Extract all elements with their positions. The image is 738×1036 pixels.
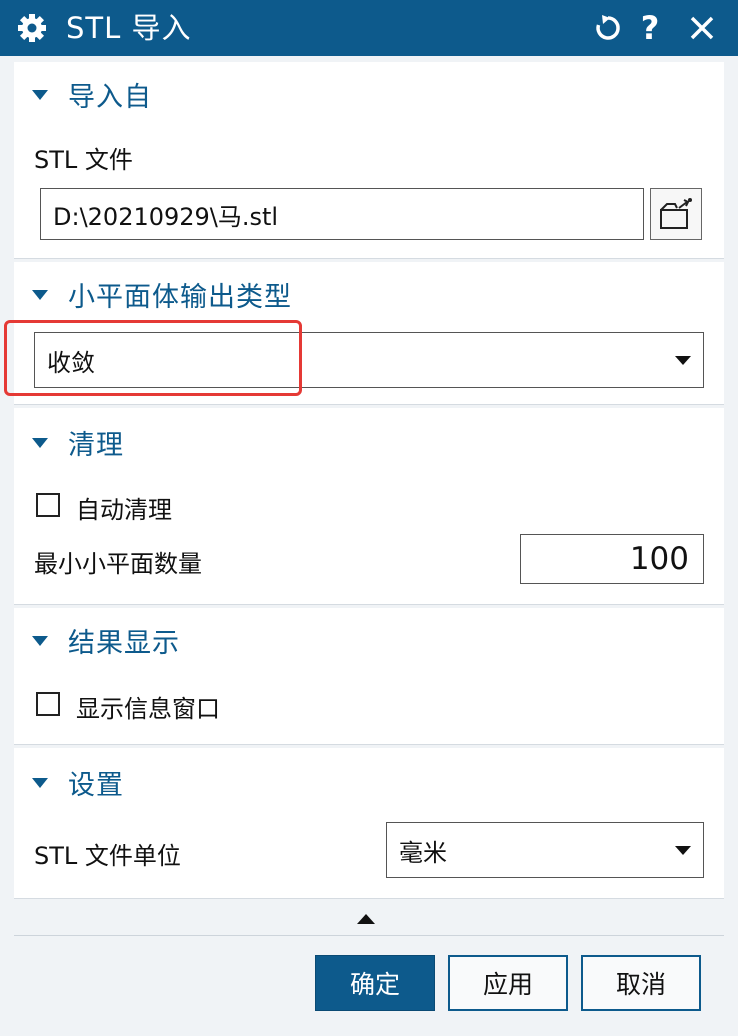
auto-cleanup-label: 自动清理 [76, 496, 172, 524]
show-info-window-label: 显示信息窗口 [76, 695, 220, 723]
help-button[interactable]: ? [632, 10, 668, 46]
collapse-dialog-arrow-icon[interactable] [357, 914, 375, 924]
section-cleanup: 清理 自动清理 最小小平面数量 100 [14, 408, 724, 605]
gear-icon[interactable] [16, 12, 48, 44]
annotation-highlight-box [4, 320, 302, 396]
reset-icon [596, 15, 620, 40]
stl-units-label: STL 文件单位 [34, 842, 181, 870]
min-facets-input[interactable]: 100 [520, 534, 704, 584]
cancel-button[interactable]: 取消 [581, 955, 701, 1011]
stl-file-path-value: D:\20210929\马.stl [53, 202, 279, 231]
browse-file-button[interactable] [650, 188, 702, 240]
close-icon [690, 16, 714, 40]
section-header-import-from[interactable]: 导入自 [32, 76, 152, 113]
stl-file-label: STL 文件 [34, 146, 133, 174]
section-settings: 设置 STL 文件单位 毫米 [14, 748, 724, 899]
collapse-triangle-icon [32, 636, 48, 646]
section-import-from: 导入自 STL 文件 D:\20210929\马.stl [14, 62, 724, 259]
collapse-triangle-icon [32, 290, 48, 300]
section-title: 导入自 [68, 81, 152, 113]
apply-button[interactable]: 应用 [448, 955, 568, 1011]
ok-button[interactable]: 确定 [315, 955, 435, 1011]
dialog-title: STL 导入 [66, 11, 192, 45]
chevron-down-icon [675, 846, 691, 855]
close-button[interactable] [684, 10, 720, 46]
collapse-triangle-icon [32, 778, 48, 788]
dialog-titlebar: STL 导入 ? [0, 0, 738, 56]
auto-cleanup-checkbox[interactable] [36, 493, 60, 517]
stl-units-dropdown[interactable]: 毫米 [386, 822, 704, 878]
section-title: 小平面体输出类型 [68, 281, 292, 313]
reset-button[interactable] [590, 10, 626, 46]
section-header-result-display[interactable]: 结果显示 [32, 622, 180, 659]
section-title: 清理 [68, 429, 124, 461]
collapse-triangle-icon [32, 438, 48, 448]
chevron-down-icon [675, 356, 691, 365]
dialog-body: 导入自 STL 文件 D:\20210929\马.stl 小平面体输出类型 收敛 [0, 56, 738, 1036]
min-facets-label: 最小小平面数量 [34, 550, 202, 578]
collapse-triangle-icon [32, 90, 48, 100]
section-header-settings[interactable]: 设置 [32, 764, 124, 801]
show-info-window-checkbox[interactable] [36, 692, 60, 716]
stl-units-value: 毫米 [399, 838, 447, 867]
section-title: 设置 [68, 769, 124, 801]
min-facets-value: 100 [629, 541, 689, 577]
section-title: 结果显示 [68, 627, 180, 659]
section-result-display: 结果显示 显示信息窗口 [14, 608, 724, 745]
footer-divider [14, 935, 724, 936]
section-header-cleanup[interactable]: 清理 [32, 424, 124, 461]
stl-file-path-input[interactable]: D:\20210929\马.stl [40, 188, 644, 240]
section-header-facet-output[interactable]: 小平面体输出类型 [32, 276, 292, 313]
folder-open-icon [660, 198, 692, 229]
